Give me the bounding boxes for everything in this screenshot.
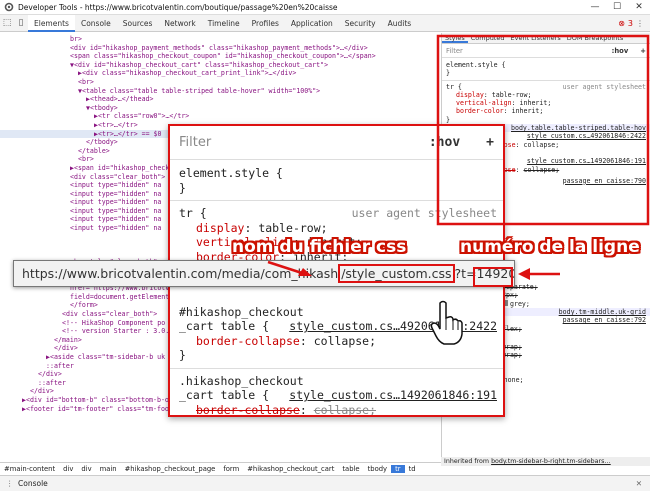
dom-node[interactable]: ▼<table class="table table-striped table… <box>0 87 440 96</box>
hand-cursor-icon <box>430 300 463 345</box>
close-drawer-icon[interactable]: ✕ <box>636 479 642 488</box>
breadcrumb-item[interactable]: #main-content <box>0 465 59 473</box>
ua-stylesheet-label: user agent stylesheet <box>562 82 646 91</box>
zoom-filter-input[interactable]: Filter <box>179 135 416 150</box>
breadcrumb-item[interactable]: #hikashop_checkout_cart <box>243 465 338 473</box>
tab-computed[interactable]: Computed <box>468 33 508 43</box>
tab-security[interactable]: Security <box>339 15 382 32</box>
styles-filter-input[interactable]: Filter <box>446 47 606 55</box>
window-title: Developer Tools - https://www.bricotvale… <box>18 2 338 12</box>
breadcrumb-item[interactable]: table <box>338 465 363 473</box>
dom-node[interactable]: br> <box>0 35 440 44</box>
hov-toggle[interactable]: :hov <box>612 47 629 55</box>
zoom-element-style: element.style { <box>179 166 283 180</box>
decl-display[interactable]: display: table-row; <box>442 91 650 99</box>
drawer-menu-icon[interactable]: ⋮ <box>6 479 18 488</box>
zoom-new-rule-button[interactable]: + <box>486 135 494 150</box>
new-rule-button[interactable]: + <box>640 47 646 55</box>
tab-profiles[interactable]: Profiles <box>246 15 285 32</box>
console-drawer: ⋮ Console ✕ <box>0 475 650 491</box>
decl-vertical-align[interactable]: vertical-align: inherit; <box>442 99 650 107</box>
zoom-rule-191: .hikashop_checkout style_custom.cs…149206… <box>179 373 497 403</box>
breadcrumb-item[interactable]: form <box>219 465 243 473</box>
breadcrumb: #main-content div div main #hikashop_checkou… <box>0 462 441 474</box>
minimize-button[interactable]: — <box>584 2 606 12</box>
maximize-button[interactable]: ☐ <box>606 2 628 12</box>
stylesheet-url-tooltip: https://www.bricotvalentin.com/media/com… <box>13 260 515 287</box>
dom-node[interactable]: <div id="hikashop_payment_methods" class… <box>0 44 440 53</box>
dom-node[interactable]: ▶<thead>…</thead> <box>0 95 440 104</box>
dom-node[interactable]: <span class="hikashop_checkout_coupon" i… <box>0 52 440 61</box>
styles-tabs: Styles Computed Event Listeners DOM Brea… <box>442 33 650 44</box>
annotation-css-filename: nom du fichier css <box>232 237 407 257</box>
tab-elements[interactable]: Elements <box>28 14 75 32</box>
css-filename-highlight: /style_custom.css <box>338 264 455 283</box>
dom-node[interactable]: <br> <box>0 78 440 87</box>
console-drawer-tab[interactable]: Console <box>18 479 48 488</box>
breadcrumb-item[interactable]: td <box>405 465 420 473</box>
zoom-rule-close: } <box>179 180 186 195</box>
tab-audits[interactable]: Audits <box>382 15 418 32</box>
tab-console[interactable]: Console <box>75 15 117 32</box>
annotation-line-number: numéro de la ligne <box>460 237 640 257</box>
tab-dom-breakpoints[interactable]: DOM Breakpoints <box>564 33 627 43</box>
dom-node[interactable]: ▼<tbody> <box>0 104 440 113</box>
title-bar: Developer Tools - https://www.bricotvale… <box>0 0 650 15</box>
element-style-rule: element.style { <box>446 61 506 69</box>
inherited-from-bar: Inherited from body.tm-sidebar-b-right.t… <box>441 457 650 466</box>
zoom-source-link-191[interactable]: style_custom.cs…1492061846:191 <box>289 388 497 403</box>
breadcrumb-item[interactable]: div <box>59 465 77 473</box>
zoom-decl-border-collapse-overridden[interactable]: border-collapse: collapse; <box>170 403 503 416</box>
tab-event-listeners[interactable]: Event Listeners <box>508 33 564 43</box>
zoom-ua-label: user agent stylesheet <box>351 206 497 220</box>
zoom-decl-display[interactable]: display: table-row; <box>170 221 503 236</box>
tab-network[interactable]: Network <box>158 15 201 32</box>
zoom-filter-bar: Filter :hov + <box>170 126 503 160</box>
tab-styles[interactable]: Styles <box>442 33 468 43</box>
tr-rule: tr {user agent stylesheet <box>446 82 646 91</box>
more-menu-icon[interactable]: ⋮ <box>636 19 644 28</box>
dom-node[interactable]: ▼<div id="hikashop_checkout_cart" class=… <box>0 61 440 70</box>
error-icon[interactable]: ⊗ <box>618 19 625 28</box>
breadcrumb-item[interactable]: main <box>96 465 121 473</box>
breadcrumb-item[interactable]: tr <box>391 464 405 473</box>
inspect-element-icon[interactable]: ⬚ <box>0 18 14 28</box>
error-count[interactable]: 3 <box>628 19 633 28</box>
breadcrumb-item[interactable]: #hikashop_checkout_page <box>121 465 220 473</box>
rule-close: } <box>446 69 450 78</box>
device-mode-icon[interactable]: ▯ <box>14 18 28 28</box>
close-window-button[interactable]: ✕ <box>628 2 650 12</box>
devtools-gear-icon <box>4 2 14 12</box>
dom-node[interactable]: ▶<div class="hikashop_checkout_cart_prin… <box>0 69 440 78</box>
breadcrumb-item[interactable]: tbody <box>364 465 391 473</box>
tab-sources[interactable]: Sources <box>117 15 159 32</box>
breadcrumb-item[interactable]: div <box>77 465 95 473</box>
rule-close: } <box>446 115 450 124</box>
devtools-toolbar: ⬚ ▯ Elements Console Sources Network Tim… <box>0 14 650 32</box>
zoom-tr-rule: tr {user agent stylesheet <box>179 206 497 220</box>
styles-filter-bar: Filter :hov + <box>442 44 650 58</box>
tab-timeline[interactable]: Timeline <box>202 15 246 32</box>
decl-border-color[interactable]: border-color: inherit; <box>442 107 650 115</box>
zoom-rule-close: } <box>179 348 186 362</box>
dom-node[interactable]: ▶<tr class="row0">…</tr> <box>0 112 440 121</box>
zoom-hov-toggle[interactable]: :hov <box>429 135 460 150</box>
tab-application[interactable]: Application <box>285 15 339 32</box>
